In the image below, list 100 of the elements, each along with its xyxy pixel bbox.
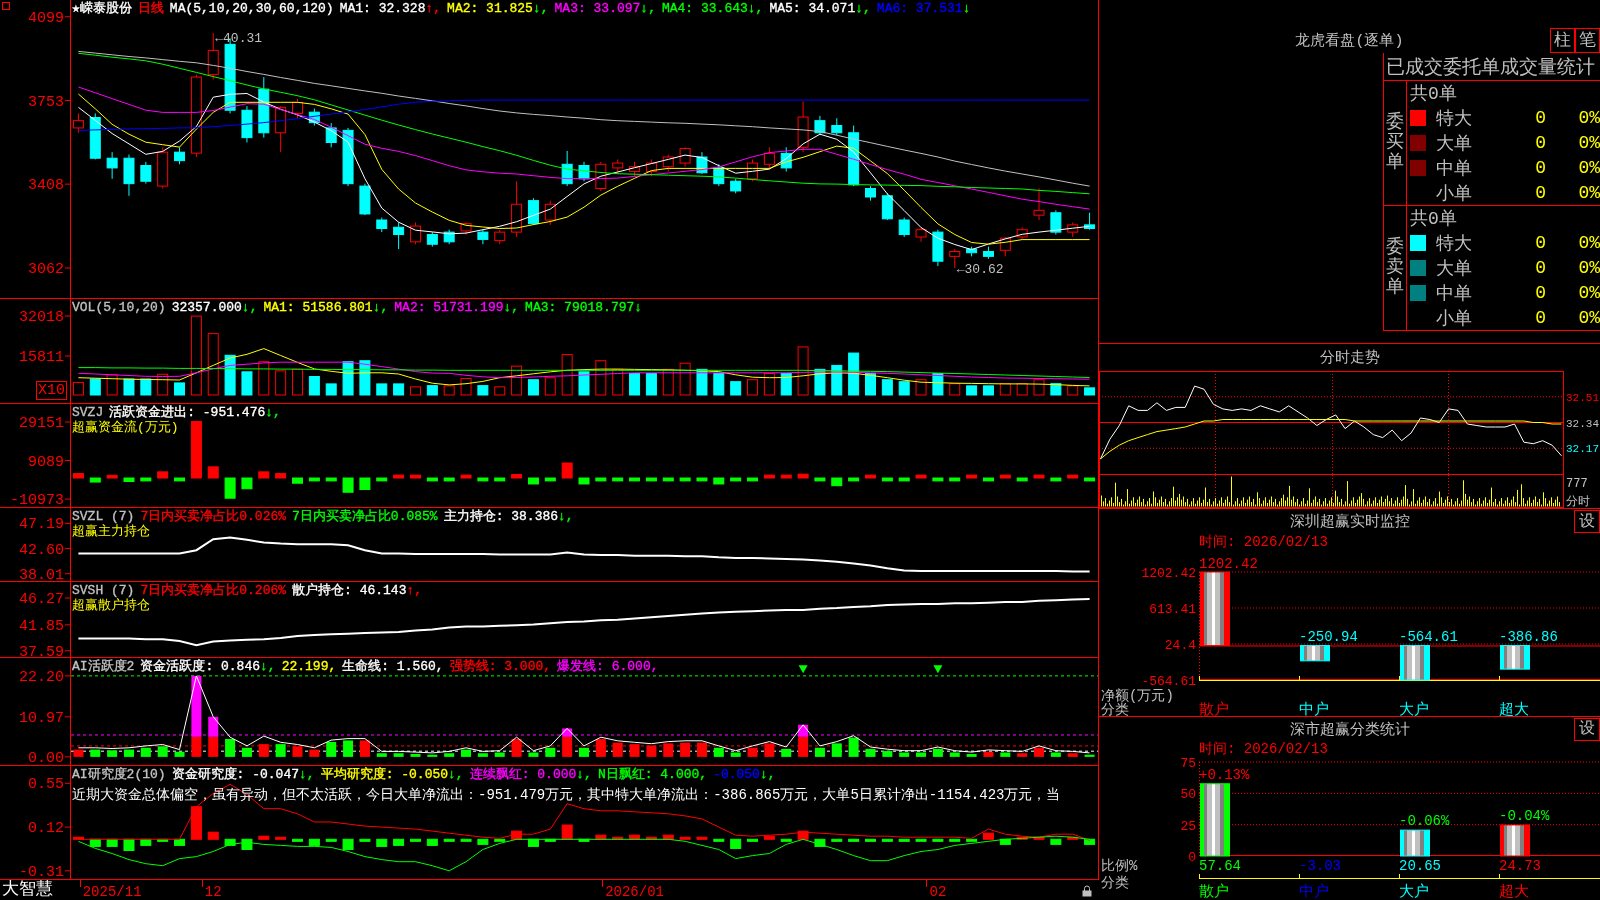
order-size-label: 大单 (1436, 133, 1472, 155)
indicator-text: SVZJ (72, 405, 104, 420)
indicator-text: MA3: 33.097 (554, 1, 641, 16)
order-share: 0% (1578, 282, 1600, 303)
order-count: 0 (1535, 282, 1546, 303)
indicator-title: 超赢主力持仓 (72, 524, 150, 539)
axis-tick-label: 37.59 (19, 643, 64, 658)
indicator-text: MA1: 51586.801 (263, 300, 373, 315)
axis-tick-label: 47.19 (19, 516, 64, 534)
axis-title: 比例% (1101, 858, 1138, 874)
trend-arrow: ↓, (532, 1, 549, 16)
axis-tick-label: 38.01 (19, 566, 64, 582)
axis-tick-label: 0.12 (28, 820, 64, 838)
order-share: 0% (1578, 133, 1600, 153)
axis-tick-label: 46.27 (19, 591, 64, 608)
trend-arrow: ↓ (962, 1, 971, 16)
indicator-text: 资金研究度: -0.047 (171, 767, 300, 782)
indicator-text: 7日内买卖净占比0.026% (140, 509, 287, 524)
change-label: -0.04% (1499, 808, 1550, 824)
change-label: +0.13% (1199, 766, 1250, 783)
order-count: 0 (1535, 108, 1546, 129)
date-axis-label: 2026/01 (605, 884, 664, 900)
indicator-text: SVSH (7) (72, 583, 135, 598)
bar-value-label: 20.65 (1399, 858, 1441, 874)
axis-tick-label: 32.17 (1566, 443, 1599, 456)
trend-arrow: ↑, (406, 583, 423, 598)
indicator-text: 7日内买卖净占比0.206% (140, 583, 287, 598)
order-count: 0 (1535, 133, 1546, 153)
order-share: 0% (1578, 258, 1600, 278)
axis-tick-label: -564.61 (1141, 674, 1196, 689)
price-extreme-label: ←30.62 (956, 262, 1004, 277)
indicator-text: AI研究度2(10) (72, 767, 166, 782)
indicator-text: 32357.000 (171, 300, 242, 315)
unit-label: X10 (36, 381, 67, 400)
indicator-text: MA(5,10,20,30,60,120) (169, 1, 334, 16)
category-label: 大户 (1399, 702, 1429, 716)
indicator-text: 22.199, (281, 659, 337, 674)
trend-arrow: ↓, (299, 767, 315, 782)
axis-title: 分类 (1101, 875, 1129, 891)
trend-arrow: ↓, (759, 767, 776, 782)
panel-title: 龙虎看盘(逐单) (1295, 31, 1404, 50)
price-extreme-label: ←40.31 (215, 31, 263, 47)
order-size-label: 特大 (1436, 108, 1472, 131)
indicator-text: 7日内买卖净占比0.085% (292, 509, 438, 524)
trend-arrow: ↓, (855, 1, 871, 16)
indicator-text: 爆发线: 6.000, (557, 659, 659, 674)
axis-tick-label: 42.60 (19, 541, 64, 559)
order-count: 0 (1535, 307, 1546, 328)
indicator-text: MA6: 37.531 (876, 1, 963, 16)
indicator-text: 连续飘红: 0.000 (469, 767, 577, 782)
bar-value-label: 24.73 (1499, 858, 1541, 874)
panel-title: 深圳超赢实时监控 (1289, 512, 1410, 531)
order-share: 0% (1578, 233, 1600, 254)
category-label: 散户 (1199, 702, 1229, 716)
bar-value-label: 1202.42 (1199, 556, 1258, 572)
table-title: 已成交委托单成交量统计 (1386, 55, 1595, 80)
trend-arrow: ↓, (558, 509, 574, 524)
trend-arrow: ↓, (260, 659, 276, 674)
indicator-title: 超赢资金流(万元) (72, 420, 179, 435)
panel-title: 分时走势 (1319, 348, 1380, 367)
bar-value-label: -564.61 (1399, 629, 1458, 646)
axis-title: 净额(万元) (1101, 688, 1174, 704)
indicator-text: 资金活跃度: 0.846 (140, 659, 260, 674)
order-size-label: 中单 (1436, 282, 1472, 305)
axis-tick-label: 24.4 (1164, 638, 1196, 653)
order-size-label: 特大 (1436, 233, 1472, 256)
indicator-text: MA5: 34.071 (769, 1, 856, 16)
category-label: 大户 (1399, 884, 1429, 900)
volume-max-label: 777 (1566, 477, 1588, 491)
indicator-text: MA2: 31.825 (447, 1, 533, 16)
order-side-label: 委买单 (1386, 113, 1404, 173)
trend-arrow: ↓, (503, 300, 520, 315)
order-count: 0 (1535, 157, 1546, 178)
axis-tick-label: 32.34 (1566, 417, 1599, 430)
category-label: 中户 (1299, 884, 1329, 900)
axis-tick-label: 9089 (28, 453, 64, 471)
date-axis-label: 12 (204, 884, 222, 900)
indicator-text: AI活跃度2 (72, 659, 135, 674)
indicator-text: MA2: 51731.199 (394, 300, 504, 315)
order-count: 0 (1535, 182, 1546, 203)
axis-tick-label: 4099 (28, 9, 64, 27)
axis-tick-label: 15811 (19, 349, 64, 366)
app-name: 大智慧 (2, 880, 53, 900)
change-label: -0.06% (1399, 813, 1450, 830)
order-size-label: 小单 (1436, 307, 1472, 330)
axis-tick-label: 41.85 (19, 617, 64, 635)
bar-value-label: 57.64 (1199, 858, 1241, 874)
axis-tick-label: 32018 (19, 309, 64, 327)
axis-tick-label: 29151 (19, 414, 64, 432)
date-axis-label: 2025/11 (82, 884, 142, 900)
trend-arrow: ↓ (634, 300, 643, 315)
order-total: 共0单 (1410, 208, 1457, 231)
order-share: 0% (1578, 108, 1600, 129)
category-label: 超大 (1499, 702, 1529, 716)
indicator-text: 主力持仓: 38.386 (443, 509, 559, 524)
order-size-label: 中单 (1436, 157, 1472, 180)
axis-tick-label: 75 (1180, 757, 1196, 771)
indicator-text: SVZL (7) (72, 509, 135, 524)
order-share: 0% (1578, 182, 1600, 203)
indicator-text: 平均研究度: -0.050 (320, 767, 449, 782)
